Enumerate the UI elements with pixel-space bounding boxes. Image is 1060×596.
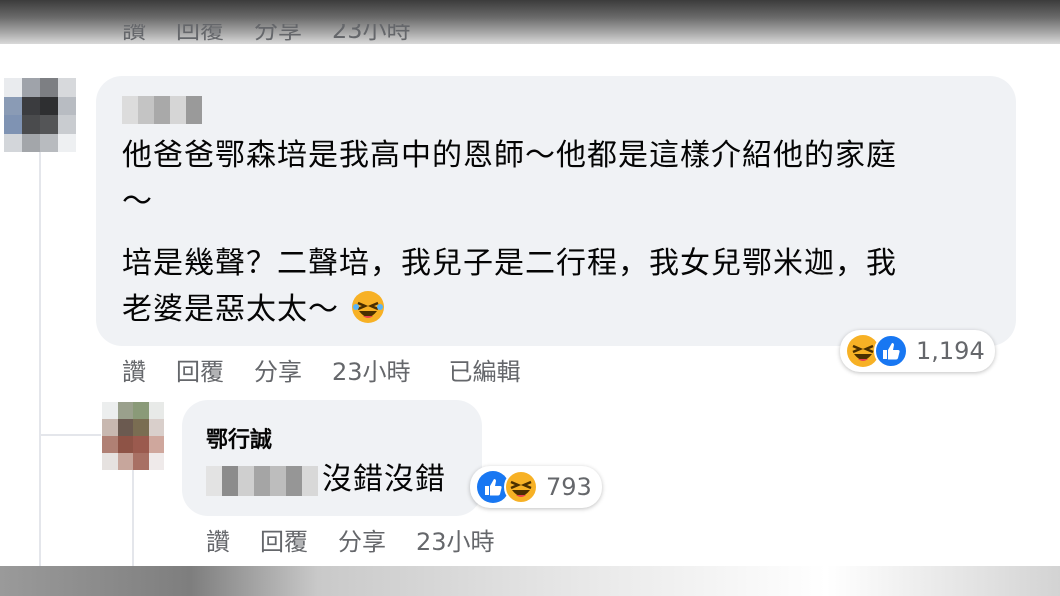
like-action[interactable]: 讚	[206, 522, 230, 557]
thread-line-branch	[39, 434, 101, 436]
comment-text-line: 他爸爸鄂森培是我高中的恩師～他都是這樣介紹他的家庭	[122, 138, 897, 173]
edited-label[interactable]: 已編輯	[449, 352, 521, 387]
reaction-count: 1,194	[916, 337, 985, 365]
comment-text: 老婆是惡太太～	[122, 292, 339, 327]
haha-icon	[504, 470, 538, 504]
comment-text-line: ～	[122, 184, 153, 219]
avatar[interactable]	[102, 402, 164, 470]
comment-timestamp[interactable]: 23小時	[332, 352, 411, 387]
reply-author-name[interactable]: 鄂行誠	[206, 422, 272, 454]
comment-text-line: 老婆是惡太太～	[122, 288, 386, 332]
reaction-summary[interactable]: 1,194	[840, 330, 995, 372]
like-action[interactable]: 讚	[122, 24, 146, 45]
blurred-mention[interactable]	[206, 466, 318, 496]
reply-thread-line	[132, 470, 134, 566]
like-icon	[874, 334, 908, 368]
reply-action[interactable]: 回覆	[176, 24, 224, 45]
blurred-bottom-region	[0, 566, 1060, 596]
share-action[interactable]: 分享	[338, 522, 386, 557]
comment-timestamp[interactable]: 23小時	[332, 24, 411, 45]
reply-text: 沒錯沒錯	[322, 462, 446, 497]
rolling-laughing-emoji-icon	[351, 291, 384, 323]
reaction-summary[interactable]: 793	[470, 466, 602, 508]
reply-action[interactable]: 回覆	[176, 352, 224, 387]
avatar[interactable]	[4, 78, 76, 152]
blurred-author-name[interactable]	[122, 96, 202, 124]
share-action[interactable]: 分享	[254, 352, 302, 387]
comment-actions: 讚 回覆 分享 23小時 已編輯	[122, 352, 551, 386]
previous-comment-actions: 讚 回覆 分享 23小時	[122, 24, 449, 58]
reaction-count: 793	[546, 473, 592, 501]
reply-actions: 讚 回覆 分享 23小時	[206, 522, 533, 556]
like-action[interactable]: 讚	[122, 352, 146, 387]
reply-action[interactable]: 回覆	[260, 522, 308, 557]
comment-text-line: 培是幾聲？二聲培，我兒子是二行程，我女兒鄂米迦，我	[122, 246, 897, 281]
thread-line-vertical	[39, 152, 41, 566]
reply-timestamp[interactable]: 23小時	[416, 522, 495, 557]
share-action[interactable]: 分享	[254, 24, 302, 45]
